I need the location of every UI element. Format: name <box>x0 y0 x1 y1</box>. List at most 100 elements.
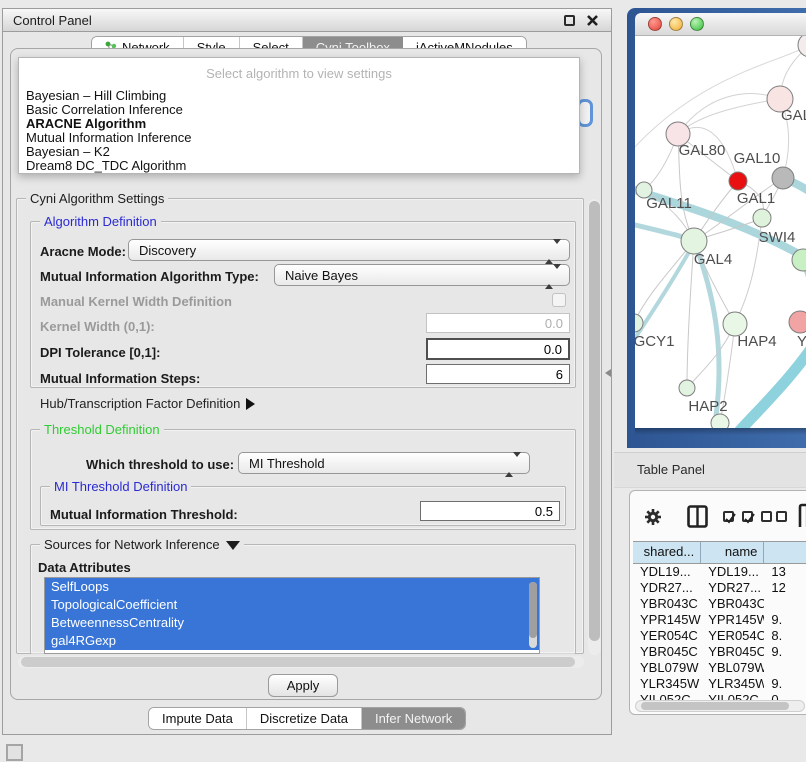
table-row[interactable]: YLR345WYLR345W9. <box>633 676 806 692</box>
network-canvas[interactable]: GALGAL80GAL10GAL11GAL1SWI4GAL4GCY1HAP4YH… <box>635 36 806 428</box>
tab-infer-network[interactable]: Infer Network <box>362 708 465 729</box>
close-icon[interactable] <box>586 14 599 27</box>
kernel-width-label: Kernel Width (0,1): <box>40 319 155 334</box>
mi-algorithm-type-value: Naive Bayes <box>285 268 358 283</box>
table-cell: 9. <box>764 676 806 692</box>
cyni-bottom-tabbar: Impute Data Discretize DataInfer Network <box>148 707 466 730</box>
minimize-traffic-light-icon[interactable] <box>669 17 683 31</box>
table-panel-bar: Table Panel <box>614 452 806 488</box>
zoom-traffic-light-icon[interactable] <box>690 17 704 31</box>
table-row[interactable]: YDR27...YDR27...12 <box>633 580 806 596</box>
table-row[interactable]: YBR043CYBR043C <box>633 596 806 612</box>
threshold-definition-title: Threshold Definition <box>40 422 164 437</box>
table-toolbar <box>630 491 806 541</box>
network-node[interactable] <box>711 414 729 428</box>
network-node-hap2[interactable] <box>679 380 695 396</box>
mi-threshold-field[interactable]: 0.5 <box>420 501 560 521</box>
table-cell: YBL079W <box>633 660 701 676</box>
network-node-gal1[interactable] <box>753 209 771 227</box>
hub-definition-toggle[interactable]: Hub/Transcription Factor Definition <box>40 396 255 411</box>
table-cell: 13 <box>764 564 806 580</box>
settings-vertical-scrollbar <box>588 199 601 655</box>
collapse-arrow-icon <box>226 541 240 550</box>
attribute-item-selfloops[interactable]: SelfLoops <box>45 578 539 596</box>
attribute-item-betweennesscentrality[interactable]: BetweennessCentrality <box>45 614 539 632</box>
network-node-label: GAL1 <box>737 190 775 207</box>
tab-impute-data[interactable]: Impute Data <box>149 708 247 729</box>
control-panel-titlebar: Control Panel <box>2 8 612 32</box>
combo-stepper-icon <box>545 244 561 259</box>
table-cell: YER054C <box>701 628 764 644</box>
column-header-cut[interactable] <box>764 542 806 563</box>
table-row[interactable]: YDL19...YDL19...13 <box>633 564 806 580</box>
data-attributes-list: SelfLoopsTopologicalCoefficientBetweenne… <box>44 577 540 654</box>
sources-title: Sources for Network Inference <box>44 537 220 552</box>
settings-horizontal-scrollbar <box>18 656 584 668</box>
sources-toggle[interactable]: Sources for Network Inference <box>40 537 244 552</box>
panel-layout-icon[interactable] <box>798 503 806 534</box>
settings-hscroll-thumb[interactable] <box>21 657 575 667</box>
dpi-tolerance-field[interactable]: 0.0 <box>426 338 570 360</box>
float-window-icon[interactable] <box>564 15 575 26</box>
which-threshold-label: Which threshold to use: <box>86 457 234 472</box>
attributes-scrollbar <box>529 582 537 648</box>
table-row[interactable]: YPR145WYPR145W9. <box>633 612 806 628</box>
which-threshold-combo[interactable]: MI Threshold <box>238 452 530 474</box>
unchecked-checkboxes-icon[interactable] <box>761 509 787 527</box>
aracne-mode-combo[interactable]: Discovery <box>128 239 570 261</box>
algorithm-option-dream8-dc-tdc-algorithm[interactable]: Dream8 DC_TDC Algorithm <box>19 159 579 173</box>
table-cell: YDR27... <box>633 580 701 596</box>
column-header-name[interactable]: name <box>701 542 764 563</box>
gear-icon[interactable] <box>644 508 662 531</box>
table-cell: 8. <box>764 628 806 644</box>
algorithm-option-basic-correlation-inference[interactable]: Basic Correlation Inference <box>19 103 579 117</box>
close-traffic-light-icon[interactable] <box>648 17 662 31</box>
network-node[interactable] <box>798 36 806 57</box>
table-cell: YDL19... <box>701 564 764 580</box>
table-row[interactable]: YER054CYER054C8. <box>633 628 806 644</box>
tab-impute-data-label: Impute Data <box>162 711 233 726</box>
data-attributes-label: Data Attributes <box>38 560 131 575</box>
combo-stepper-icon <box>545 269 561 284</box>
mi-steps-field[interactable]: 6 <box>426 364 570 384</box>
collapsed-panel-icon[interactable] <box>6 744 23 761</box>
aracne-mode-label: Aracne Mode: <box>40 244 126 259</box>
mi-algorithm-type-combo[interactable]: Naive Bayes <box>274 264 570 286</box>
network-window-titlebar[interactable] <box>635 13 806 36</box>
table-panel-title: Table Panel <box>637 462 705 477</box>
algorithm-option-bayesian-hill-climbing[interactable]: Bayesian – Hill Climbing <box>19 89 579 103</box>
split-pane-collapse-icon[interactable] <box>605 369 611 377</box>
network-edge[interactable] <box>635 241 694 323</box>
algorithm-option-aracne-algorithm[interactable]: ARACNE Algorithm <box>19 117 579 131</box>
algorithm-option-mutual-information-inference[interactable]: Mutual Information Inference <box>19 131 579 145</box>
table-cell: YBR043C <box>701 596 764 612</box>
network-node-gal10[interactable] <box>729 172 747 190</box>
table-cell: YPR145W <box>701 612 764 628</box>
table-cell: YER054C <box>633 628 701 644</box>
network-node[interactable] <box>772 167 794 189</box>
table-row[interactable]: YBR045CYBR045C9. <box>633 644 806 660</box>
dpi-tolerance-label: DPI Tolerance [0,1]: <box>40 345 160 360</box>
column-header-shared[interactable]: shared... <box>633 542 701 563</box>
checked-checkboxes-icon[interactable] <box>723 509 753 527</box>
settings-vscroll-thumb[interactable] <box>589 201 600 641</box>
table-cell <box>764 660 806 676</box>
cyni-algorithm-settings-title: Cyni Algorithm Settings <box>26 191 168 206</box>
apply-button[interactable]: Apply <box>268 674 338 697</box>
table-row[interactable]: YBL079WYBL079W <box>633 660 806 676</box>
network-node-y[interactable] <box>789 311 806 333</box>
table-cell: YBR045C <box>633 644 701 660</box>
node-table: shared...name YDL19...YDL19...13YDR27...… <box>633 541 806 701</box>
network-node-label: GAL11 <box>646 195 692 212</box>
mi-threshold-label: Mutual Information Threshold: <box>50 507 238 522</box>
attribute-item-gal4rgexp[interactable]: gal4RGexp <box>45 632 539 650</box>
attribute-item-topologicalcoefficient[interactable]: TopologicalCoefficient <box>45 596 539 614</box>
table-hscroll-thumb[interactable] <box>641 702 789 710</box>
split-columns-icon[interactable] <box>687 505 708 533</box>
table-cell: 12 <box>764 580 806 596</box>
algorithm-option-bayesian-k2[interactable]: Bayesian – K2 <box>19 145 579 159</box>
which-threshold-value: MI Threshold <box>249 456 325 471</box>
attributes-scrollbar-thumb[interactable] <box>529 582 537 638</box>
tab-discretize-data[interactable]: Discretize Data <box>247 708 362 729</box>
kernel-width-field: 0.0 <box>426 313 570 333</box>
